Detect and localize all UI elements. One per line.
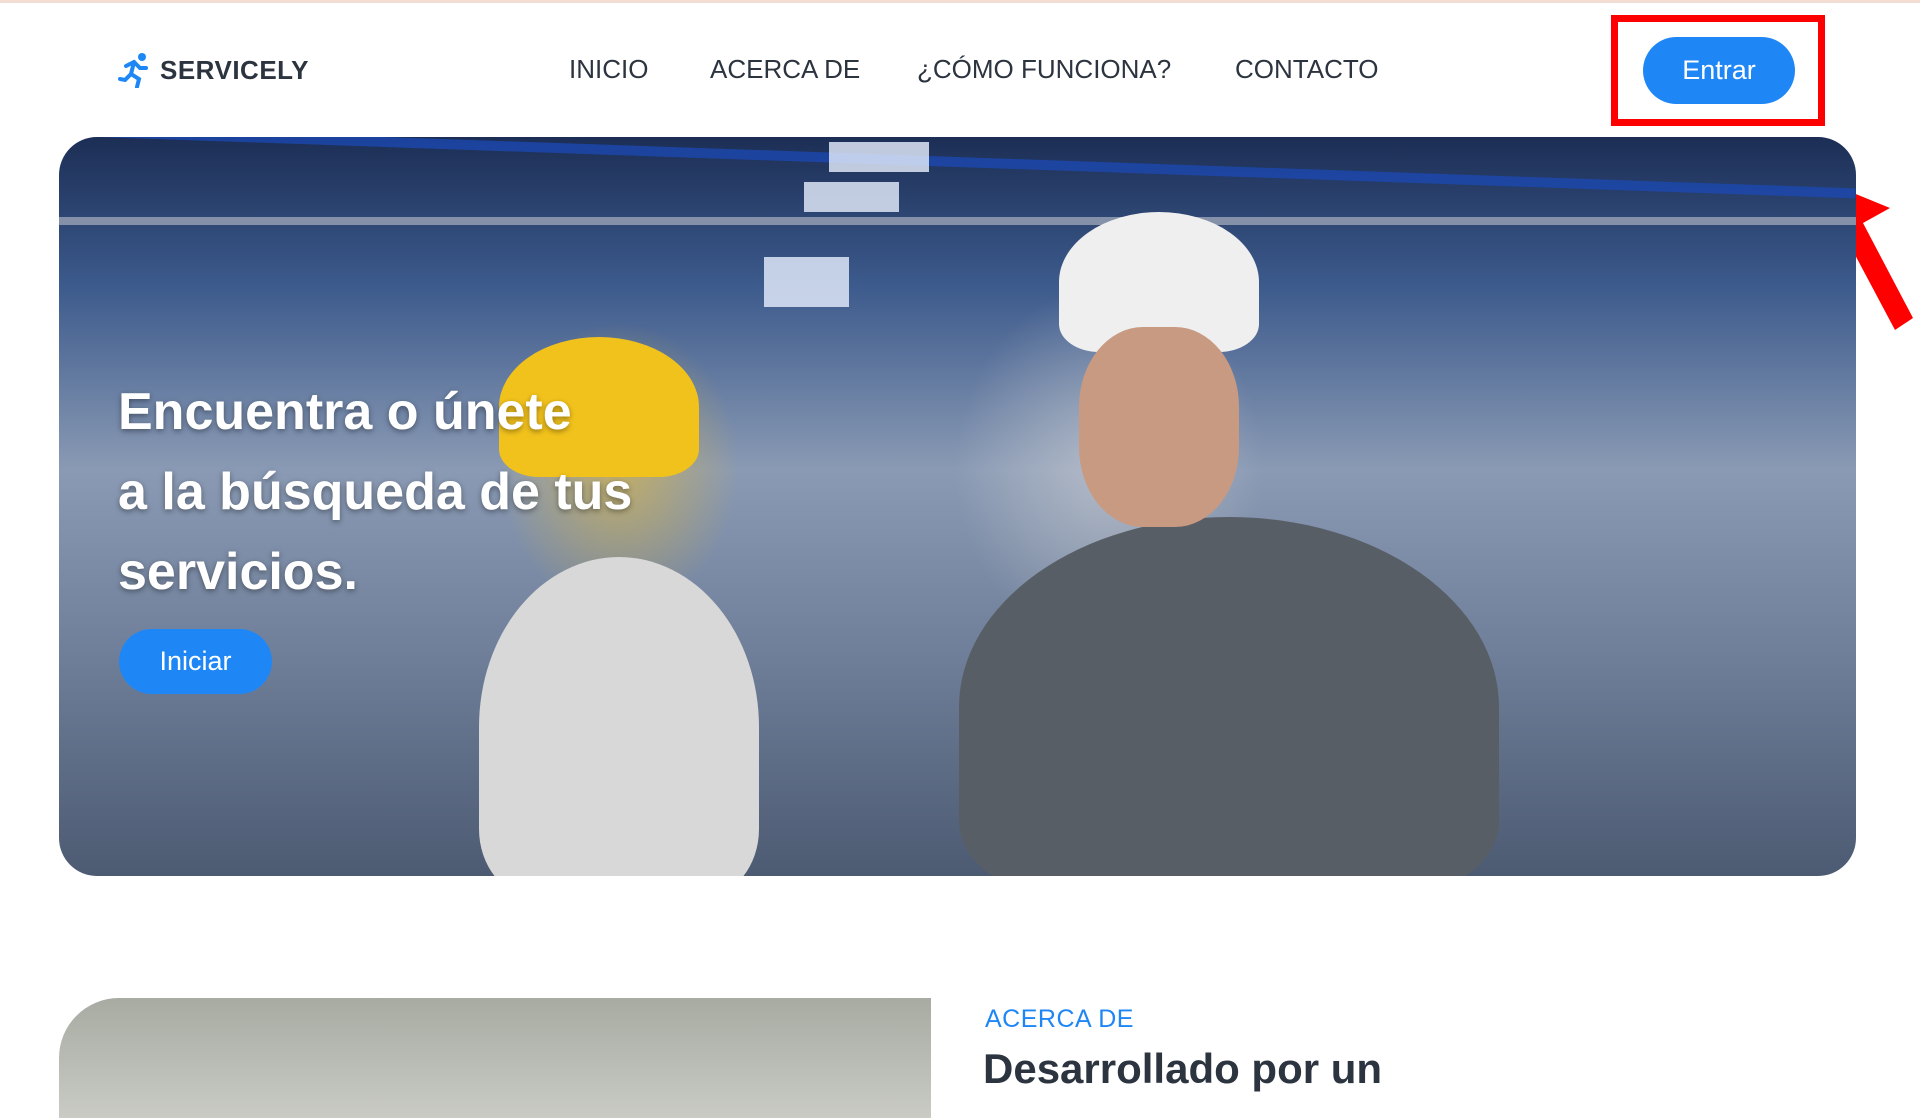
hero-title: Encuentra o únete a la búsqueda de tus s…: [118, 372, 632, 612]
hero-title-line: Encuentra o únete: [118, 383, 572, 441]
about-image: [59, 998, 931, 1118]
ceiling-light: [829, 142, 929, 172]
manager-face: [1079, 327, 1239, 527]
running-person-icon: [118, 53, 148, 88]
login-button[interactable]: Entrar: [1643, 37, 1795, 104]
nav-contacto[interactable]: CONTACTO: [1235, 54, 1378, 85]
ceiling-beam: [59, 137, 1856, 199]
hero-title-line: servicios.: [118, 543, 358, 601]
ceiling-light: [764, 257, 849, 307]
brand-name: SERVICELY: [160, 54, 310, 85]
ceiling-beam: [59, 217, 1856, 225]
top-border: [0, 0, 1920, 3]
manager-figure: [959, 517, 1499, 876]
hero-banner: Encuentra o únete a la búsqueda de tus s…: [59, 137, 1856, 876]
about-heading: Desarrollado por un: [983, 1045, 1383, 1092]
about-section-label: ACERCA DE: [985, 1005, 1134, 1033]
hero-title-line: a la búsqueda de tus: [118, 463, 633, 521]
nav-acerca-de[interactable]: ACERCA DE: [710, 54, 860, 85]
nav-como-funciona[interactable]: ¿CÓMO FUNCIONA?: [917, 54, 1171, 85]
ceiling-light: [804, 182, 899, 212]
nav-inicio[interactable]: INICIO: [569, 54, 648, 85]
start-button[interactable]: Iniciar: [119, 629, 272, 694]
brand-logo[interactable]: SERVICELY: [118, 52, 309, 88]
